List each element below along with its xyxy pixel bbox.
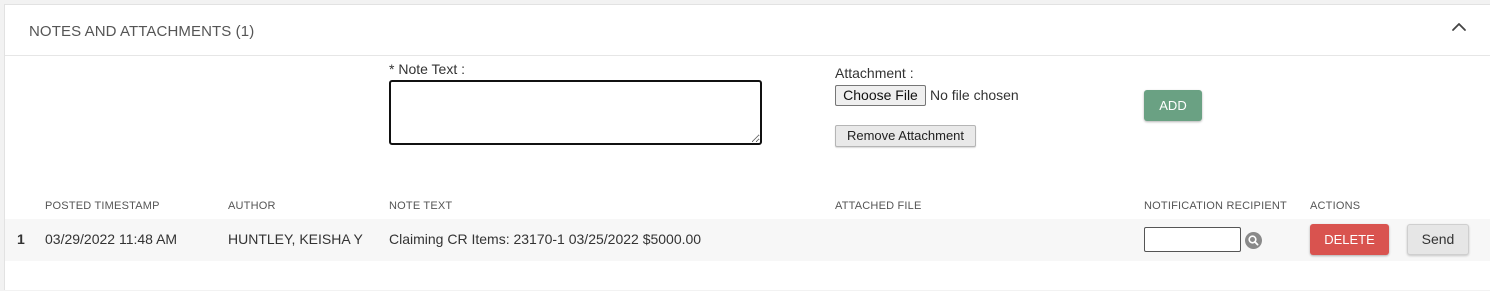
column-header-notification-recipient: NOTIFICATION RECIPIENT	[1144, 200, 1287, 212]
panel-title: NOTES AND ATTACHMENTS (1)	[29, 23, 255, 40]
column-header-posted-timestamp: POSTED TIMESTAMP	[45, 200, 160, 212]
note-text-input[interactable]	[389, 80, 762, 145]
panel-header: NOTES AND ATTACHMENTS (1)	[5, 5, 1490, 56]
row-index: 1	[17, 231, 25, 247]
note-text-label: * Note Text :	[389, 61, 466, 77]
column-header-attached-file: ATTACHED FILE	[835, 200, 922, 212]
delete-button[interactable]: DELETE	[1310, 224, 1389, 255]
note-text: Claiming CR Items: 23170-1 03/25/2022 $5…	[389, 231, 702, 247]
author: HUNTLEY, KEISHA Y	[228, 231, 363, 247]
column-header-actions: ACTIONS	[1310, 200, 1361, 212]
search-icon[interactable]	[1245, 232, 1262, 249]
choose-file-button[interactable]: Choose File	[835, 85, 926, 106]
chevron-up-icon[interactable]	[1449, 17, 1469, 37]
column-header-note-text: NOTE TEXT	[389, 200, 453, 212]
posted-timestamp: 03/29/2022 11:48 AM	[45, 231, 178, 247]
column-header-author: AUTHOR	[228, 200, 276, 212]
file-status-text: No file chosen	[930, 87, 1019, 103]
notes-attachments-panel: NOTES AND ATTACHMENTS (1) * Note Text : …	[4, 4, 1490, 290]
remove-attachment-button[interactable]: Remove Attachment	[835, 125, 976, 147]
notification-recipient-input[interactable]	[1144, 227, 1241, 252]
add-note-button[interactable]: ADD	[1144, 90, 1202, 121]
table-row: 1 03/29/2022 11:48 AM HUNTLEY, KEISHA Y …	[5, 219, 1490, 261]
send-button[interactable]: Send	[1407, 224, 1469, 255]
attachment-label: Attachment :	[835, 65, 914, 81]
